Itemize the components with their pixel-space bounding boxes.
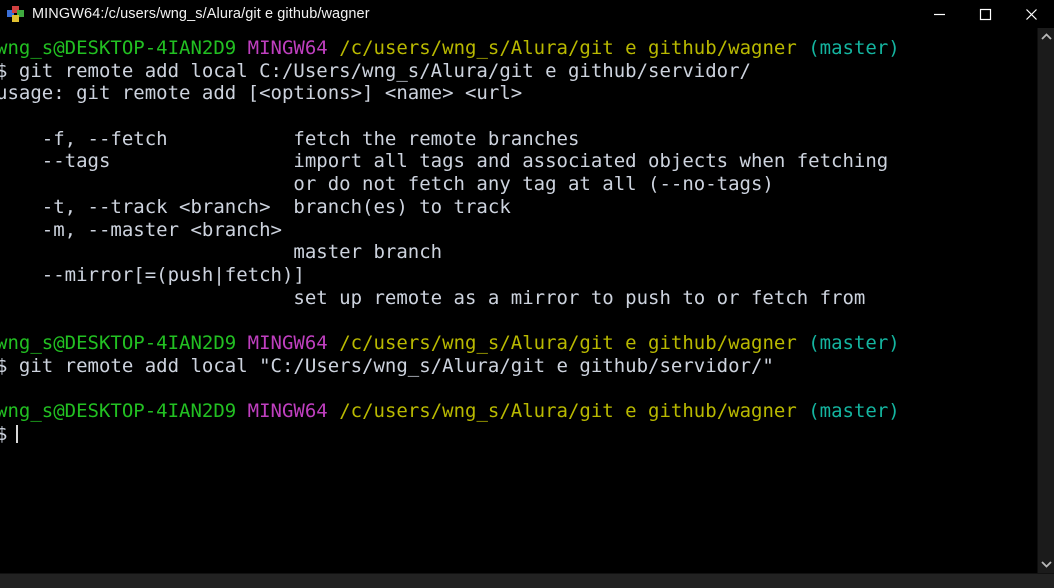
- command-text: $ git remote add local "C:/Users/wng_s/A…: [0, 354, 774, 377]
- terminal-body: wng_s@DESKTOP-4IAN2D9 MINGW64 /c/users/w…: [0, 28, 1054, 573]
- blank-text: [0, 377, 7, 399]
- vertical-scrollbar[interactable]: [1037, 28, 1054, 573]
- output-line: or do not fetch any tag at all (--no-tag…: [0, 173, 1037, 196]
- output-line: set up remote as a mirror to push to or …: [0, 287, 1037, 310]
- output-text: usage: git remote add [<options>] <name>…: [0, 82, 523, 105]
- command-line: $ git remote add local "C:/Users/wng_s/A…: [0, 355, 1037, 378]
- prompt-userhost: wng_s@DESKTOP-4IAN2D9: [0, 37, 237, 59]
- text-cursor: [16, 424, 19, 443]
- output-line: master branch: [0, 241, 1037, 264]
- terminal-output-area[interactable]: wng_s@DESKTOP-4IAN2D9 MINGW64 /c/users/w…: [0, 28, 1037, 573]
- output-text: -t, --track <branch> branch(es) to track: [0, 195, 511, 218]
- prompt-path: /c/users/wng_s/Alura/git e github/wagner: [339, 400, 797, 422]
- output-text: --mirror[=(push|fetch)]: [0, 263, 305, 286]
- window-title: MINGW64:/c/users/wng_s/Alura/git e githu…: [32, 6, 370, 22]
- scrollbar-corner: [1037, 574, 1054, 588]
- prompt-path: /c/users/wng_s/Alura/git e github/wagner: [339, 37, 797, 59]
- title-bar[interactable]: MINGW64:/c/users/wng_s/Alura/git e githu…: [0, 0, 1054, 28]
- terminal-window: MINGW64:/c/users/wng_s/Alura/git e githu…: [0, 0, 1054, 588]
- output-text: --tags import all tags and associated ob…: [0, 150, 889, 173]
- prompt-shell: MINGW64: [247, 400, 328, 422]
- prompt-branch: (master): [808, 331, 900, 354]
- output-line: --mirror[=(push|fetch)]: [0, 264, 1037, 287]
- prompt-branch: (master): [808, 400, 900, 422]
- output-line: usage: git remote add [<options>] <name>…: [0, 82, 1037, 105]
- close-button[interactable]: [1008, 0, 1054, 28]
- scroll-down-arrow[interactable]: [1038, 557, 1054, 571]
- active-prompt-line: $: [0, 423, 1037, 446]
- prompt-userhost: wng_s@DESKTOP-4IAN2D9: [0, 400, 237, 422]
- prompt-line: wng_s@DESKTOP-4IAN2D9 MINGW64 /c/users/w…: [0, 400, 1037, 423]
- blank-text: [0, 105, 7, 127]
- prompt-branch: (master): [808, 37, 900, 59]
- blank-line: [0, 377, 1037, 400]
- scroll-up-arrow[interactable]: [1038, 30, 1054, 44]
- prompt-shell: MINGW64: [247, 37, 328, 59]
- command-text: $ git remote add local C:/Users/wng_s/Al…: [0, 59, 751, 82]
- prompt-path: /c/users/wng_s/Alura/git e github/wagner: [339, 331, 797, 354]
- output-line: -f, --fetch fetch the remote branches: [0, 128, 1037, 151]
- output-text: -m, --master <branch>: [0, 218, 282, 241]
- blank-text: [0, 309, 7, 331]
- output-text: -f, --fetch fetch the remote branches: [0, 127, 580, 150]
- output-line: -t, --track <branch> branch(es) to track: [0, 196, 1037, 219]
- output-text: or do not fetch any tag at all (--no-tag…: [0, 173, 774, 196]
- output-text: set up remote as a mirror to push to or …: [0, 286, 866, 309]
- command-sigil: $: [0, 422, 8, 445]
- minimize-button[interactable]: [916, 0, 962, 28]
- prompt-line: wng_s@DESKTOP-4IAN2D9 MINGW64 /c/users/w…: [0, 332, 1037, 355]
- output-line: --tags import all tags and associated ob…: [0, 150, 1037, 173]
- horizontal-scrollbar[interactable]: [0, 573, 1054, 588]
- prompt-line: wng_s@DESKTOP-4IAN2D9 MINGW64 /c/users/w…: [0, 37, 1037, 60]
- output-text: master branch: [0, 241, 443, 264]
- output-line: -m, --master <branch>: [0, 219, 1037, 242]
- blank-line: [0, 309, 1037, 332]
- mingw-diamond-icon: [5, 4, 25, 24]
- blank-line: [0, 105, 1037, 128]
- command-line: $ git remote add local C:/Users/wng_s/Al…: [0, 60, 1037, 83]
- vertical-scroll-track[interactable]: [1037, 44, 1054, 557]
- horizontal-scroll-track[interactable]: [0, 574, 1037, 588]
- terminal-screen: wng_s@DESKTOP-4IAN2D9 MINGW64 /c/users/w…: [0, 37, 1037, 445]
- window-controls: [916, 0, 1054, 28]
- prompt-shell: MINGW64: [247, 331, 328, 354]
- prompt-userhost: wng_s@DESKTOP-4IAN2D9: [0, 331, 237, 354]
- maximize-button[interactable]: [962, 0, 1008, 28]
